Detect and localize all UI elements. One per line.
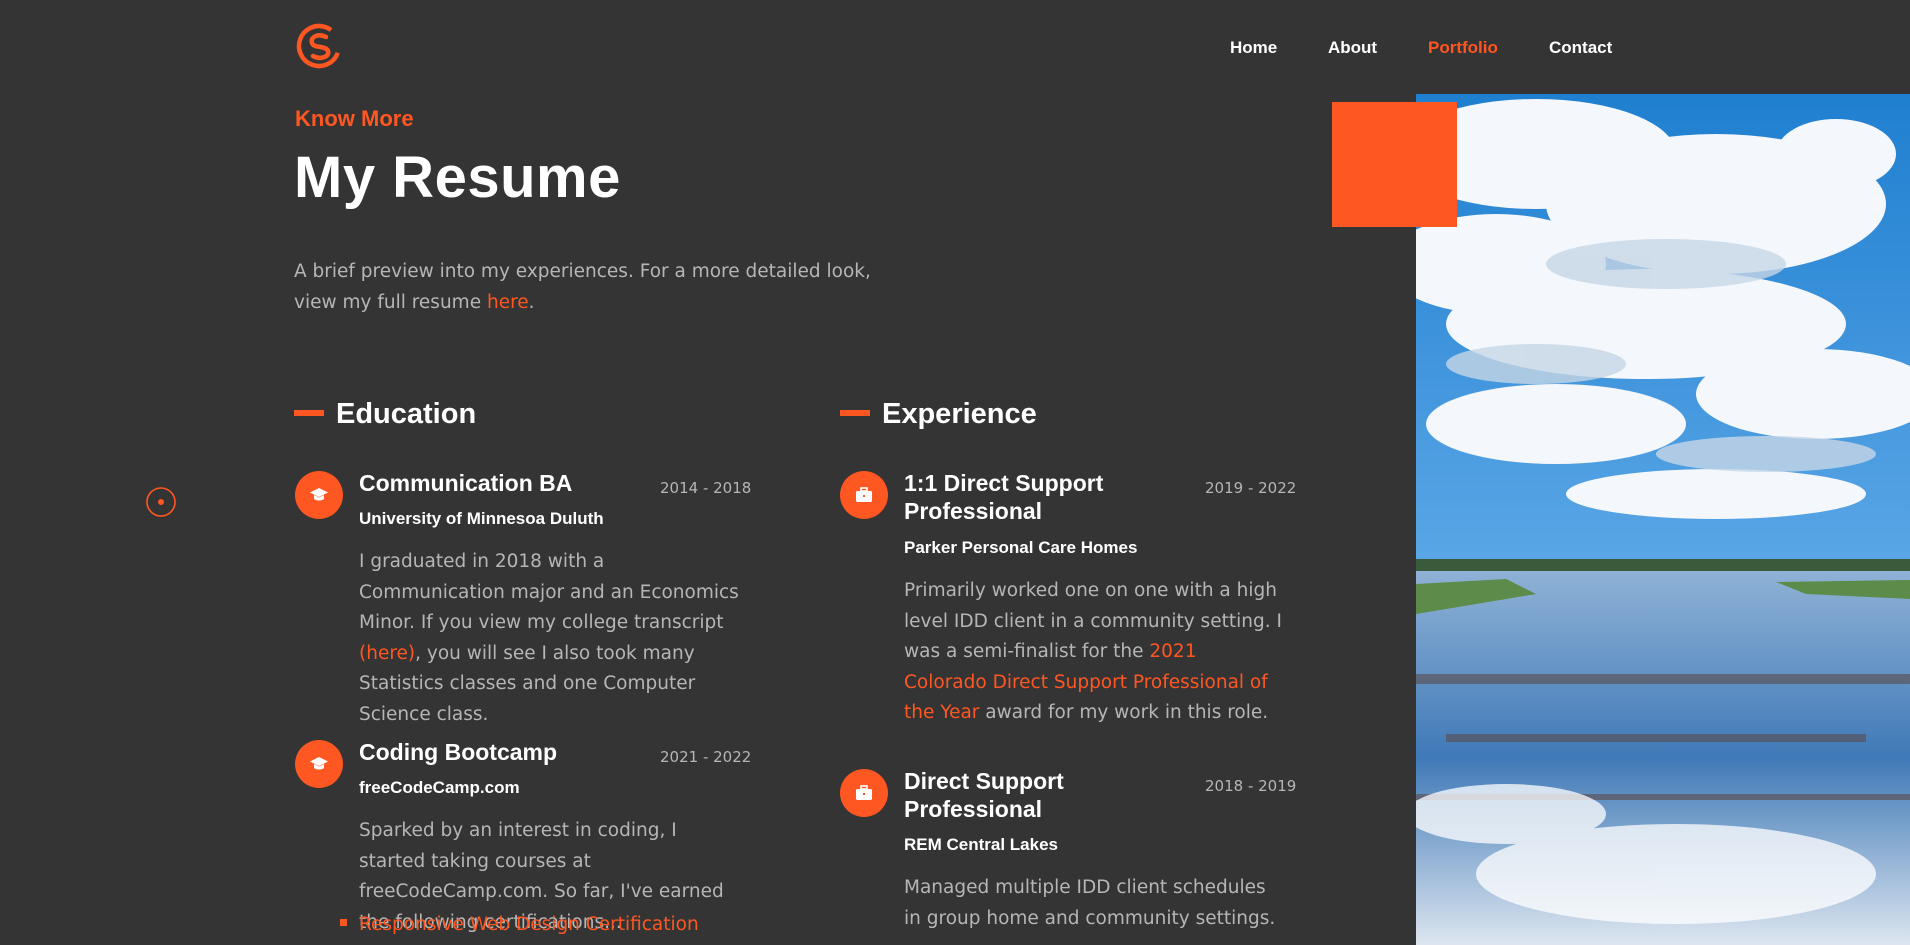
- intro-paragraph: A brief preview into my experiences. For…: [294, 256, 914, 318]
- experience-desc-part2: award for my work in this role.: [979, 702, 1269, 723]
- education-item-date: 2021 - 2022: [660, 748, 752, 766]
- briefcase-icon: [840, 769, 888, 817]
- page-title: My Resume: [294, 145, 621, 210]
- education-item-description: I graduated in 2018 with a Communication…: [359, 547, 739, 730]
- heading-accent-bar: [840, 410, 870, 417]
- nav-portfolio-link[interactable]: Portfolio: [1428, 38, 1498, 58]
- nav-about-link[interactable]: About: [1328, 38, 1377, 58]
- full-resume-link[interactable]: here: [487, 292, 529, 313]
- education-item-title: Communication BA: [359, 470, 573, 496]
- education-item-date: 2014 - 2018: [660, 479, 752, 497]
- graduation-cap-icon: [295, 740, 343, 788]
- experience-item-date: 2018 - 2019: [1205, 777, 1297, 795]
- education-heading-text: Education: [336, 398, 477, 430]
- transcript-link[interactable]: (here): [359, 643, 415, 664]
- certification-link[interactable]: Responsive Web Design Certification: [359, 914, 699, 935]
- certification-item[interactable]: Responsive Web Design Certification: [340, 914, 699, 935]
- education-desc-part1: I graduated in 2018 with a Communication…: [359, 551, 739, 633]
- experience-heading: Experience: [840, 398, 1037, 431]
- intro-text: A brief preview into my experiences. For…: [294, 261, 871, 313]
- experience-item-org: REM Central Lakes: [904, 835, 1058, 854]
- lake-sky-image: [1416, 94, 1910, 945]
- heading-accent-bar: [294, 410, 324, 417]
- education-item-org: freeCodeCamp.com: [359, 778, 520, 797]
- experience-item-date: 2019 - 2022: [1205, 479, 1297, 497]
- experience-item-org: Parker Personal Care Homes: [904, 538, 1138, 557]
- experience-item-title: Direct Support Professional: [904, 768, 1064, 822]
- experience-item-description: Primarily worked one on one with a high …: [904, 576, 1284, 729]
- main-nav: Home About Portfolio Contact: [0, 38, 1910, 58]
- education-item-title: Coding Bootcamp: [359, 739, 558, 765]
- scroll-indicator-icon[interactable]: [145, 486, 177, 518]
- accent-square: [1332, 102, 1457, 227]
- intro-end: .: [528, 292, 535, 313]
- graduation-cap-icon: [295, 471, 343, 519]
- experience-item-title: 1:1 Direct Support Professional: [904, 470, 1104, 524]
- briefcase-icon: [840, 471, 888, 519]
- experience-desc-part1: Primarily worked one on one with a high …: [904, 580, 1282, 662]
- bullet-square: [340, 918, 347, 926]
- section-kicker: Know More: [295, 106, 414, 131]
- experience-item-description: Managed multiple IDD client schedules in…: [904, 877, 1276, 929]
- education-item-org: University of Minnesoa Duluth: [359, 509, 604, 528]
- experience-heading-text: Experience: [882, 398, 1037, 430]
- nav-contact-link[interactable]: Contact: [1549, 38, 1612, 58]
- education-heading: Education: [294, 398, 476, 431]
- nav-home-link[interactable]: Home: [1230, 38, 1277, 58]
